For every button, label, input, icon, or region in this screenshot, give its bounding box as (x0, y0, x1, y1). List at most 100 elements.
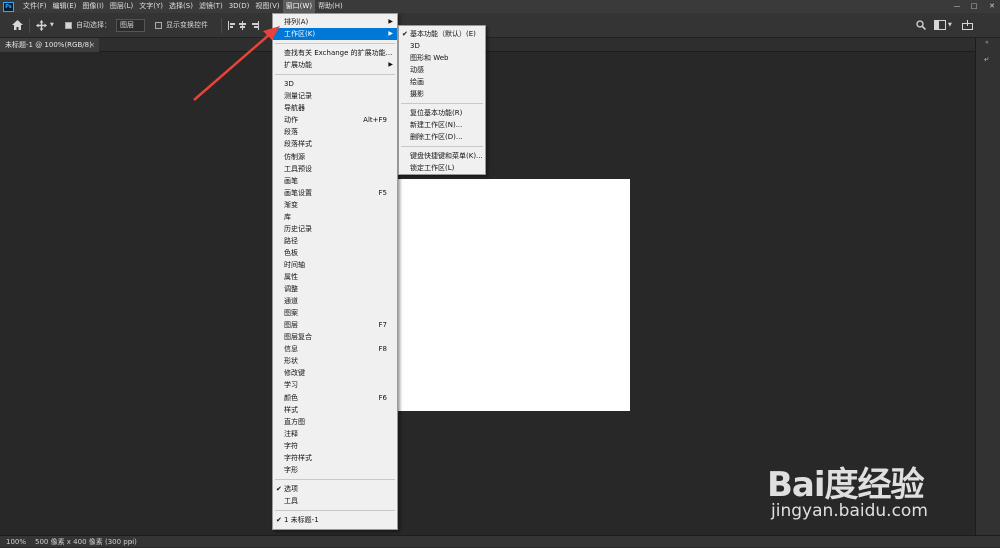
menu-item[interactable]: 修改键 (273, 367, 397, 379)
zoom-level[interactable]: 100% (6, 536, 26, 548)
menu-0[interactable]: 文件(F) (20, 0, 50, 13)
menu-item[interactable]: 颜色 F6 (273, 392, 397, 404)
menu-item[interactable]: 时间轴 (273, 259, 397, 271)
menu-5[interactable]: 选择(S) (166, 0, 196, 13)
menu-3[interactable]: 图层(L) (107, 0, 136, 13)
menu-item[interactable]: ✔ 1 未标题-1 (273, 514, 397, 526)
menu-item[interactable]: 新建工作区(N)... (399, 119, 485, 131)
menu-item[interactable]: 摄影 (399, 88, 485, 100)
menu-item[interactable]: 复位基本功能(R) (399, 107, 485, 119)
menu-item[interactable]: 渐变 (273, 199, 397, 211)
menu-item-label: 修改键 (284, 369, 305, 378)
show-transform-label: 显示变换控件 (166, 21, 208, 29)
workspace-icon[interactable] (934, 20, 946, 30)
maximize-button[interactable]: □ (966, 0, 982, 13)
menu-separator (275, 478, 395, 480)
menu-item[interactable]: 属性 (273, 271, 397, 283)
align-icons[interactable] (228, 21, 268, 30)
menu-item-label: 画笔 (284, 176, 298, 185)
menu-item-label: 颜色 (284, 393, 298, 402)
menu-6[interactable]: 滤镜(T) (196, 0, 226, 13)
chevron-down-icon[interactable]: ▼ (50, 13, 54, 38)
menu-item[interactable]: 工作区(K) ▶ (273, 28, 397, 41)
menu-item[interactable]: 路径 (273, 235, 397, 247)
menu-item[interactable]: 信息 F8 (273, 343, 397, 355)
chevron-down-icon[interactable]: ▼ (948, 13, 952, 38)
menu-item[interactable]: 删除工作区(D)... (399, 131, 485, 143)
menu-item[interactable]: 扩展功能 ▶ (273, 59, 397, 71)
menu-separator (401, 146, 483, 147)
panel-tool-icon[interactable]: ⤶ (984, 54, 993, 63)
menu-item[interactable]: 段落 (273, 126, 397, 138)
menu-10[interactable]: 帮助(H) (315, 0, 346, 13)
menu-item[interactable]: ✔ 选项 (273, 483, 397, 495)
menu-item[interactable]: 注释 (273, 428, 397, 440)
menu-item[interactable]: ✔ 基本功能（默认）(E) (399, 28, 485, 40)
menu-item[interactable]: 字形 (273, 464, 397, 476)
menu-item[interactable]: 测量记录 (273, 90, 397, 102)
menu-1[interactable]: 编辑(E) (50, 0, 80, 13)
expand-panels-icon[interactable]: « (985, 39, 989, 46)
menu-item-shortcut: Alt+F9 (363, 116, 387, 125)
menu-item[interactable]: 工具 (273, 495, 397, 507)
menu-item[interactable]: 导航器 (273, 102, 397, 114)
menu-item[interactable]: 动感 (399, 64, 485, 76)
menu-item[interactable]: 样式 (273, 404, 397, 416)
menu-item[interactable]: 图层 F7 (273, 319, 397, 331)
layer-select[interactable]: 图层 (116, 19, 145, 32)
menu-item[interactable]: 图案 (273, 307, 397, 319)
menu-item[interactable]: 3D (399, 40, 485, 52)
menu-item-label: 复位基本功能(R) (410, 109, 463, 117)
menu-item[interactable]: 直方图 (273, 416, 397, 428)
menu-item[interactable]: 锁定工作区(L) (399, 162, 485, 174)
menu-item[interactable]: 图形和 Web (399, 52, 485, 64)
auto-select-checkbox[interactable] (65, 22, 72, 29)
move-tool-icon[interactable] (36, 20, 47, 31)
status-arrow-icon[interactable]: › (130, 536, 133, 548)
submenu-arrow-icon: ▶ (388, 61, 393, 69)
menu-item[interactable]: 工具预设 (273, 163, 397, 175)
menu-item[interactable]: 排列(A) ▶ (273, 16, 397, 28)
menu-9[interactable]: 窗口(W) (282, 0, 316, 13)
menu-4[interactable]: 文字(Y) (136, 0, 166, 13)
menu-separator (275, 509, 395, 511)
home-icon[interactable] (12, 20, 23, 30)
menu-7[interactable]: 3D(D) (226, 0, 253, 13)
submenu-arrow-icon: ▶ (388, 30, 393, 38)
share-icon[interactable] (962, 20, 973, 30)
menu-item[interactable]: 3D (273, 78, 397, 90)
menu-2[interactable]: 图像(I) (79, 0, 107, 13)
menu-item[interactable]: 绘画 (399, 76, 485, 88)
menu-item[interactable]: 字符样式 (273, 452, 397, 464)
menu-item[interactable]: 历史记录 (273, 223, 397, 235)
minimize-button[interactable]: — (949, 0, 965, 13)
menu-item[interactable]: 段落样式 (273, 138, 397, 150)
menu-item[interactable]: 学习 (273, 379, 397, 391)
menu-item[interactable]: 键盘快捷键和菜单(K)... (399, 150, 485, 162)
menu-item[interactable]: 调整 (273, 283, 397, 295)
menu-item[interactable]: 画笔 (273, 175, 397, 187)
menu-item-label: 锁定工作区(L) (410, 164, 455, 172)
document-canvas[interactable] (398, 179, 630, 411)
menu-item[interactable]: 字符 (273, 440, 397, 452)
menu-item[interactable]: 图层复合 (273, 331, 397, 343)
menu-8[interactable]: 视图(V) (252, 0, 282, 13)
menu-item[interactable]: 库 (273, 211, 397, 223)
menu-item-label: 查找有关 Exchange 的扩展功能... (284, 49, 393, 58)
menu-item[interactable]: 动作 Alt+F9 (273, 114, 397, 126)
menu-item-label: 摄影 (410, 90, 424, 98)
baidu-logo: Bai度经验 (767, 465, 925, 505)
menu-separator (401, 103, 483, 104)
show-transform-checkbox[interactable] (155, 22, 162, 29)
menu-item[interactable]: 画笔设置 F5 (273, 187, 397, 199)
search-icon[interactable] (916, 20, 926, 30)
menu-item[interactable]: 仿制源 (273, 151, 397, 163)
menu-item-label: 扩展功能 (284, 61, 312, 70)
menu-item[interactable]: 查找有关 Exchange 的扩展功能... (273, 47, 397, 59)
menu-item[interactable]: 形状 (273, 355, 397, 367)
menu-item[interactable]: 色板 (273, 247, 397, 259)
menu-item[interactable]: 通道 (273, 295, 397, 307)
document-tab[interactable]: 未标题-1 @ 100%(RGB/8) × (0, 38, 99, 52)
close-button[interactable]: ✕ (984, 0, 1000, 13)
close-tab-icon[interactable]: × (89, 38, 95, 52)
